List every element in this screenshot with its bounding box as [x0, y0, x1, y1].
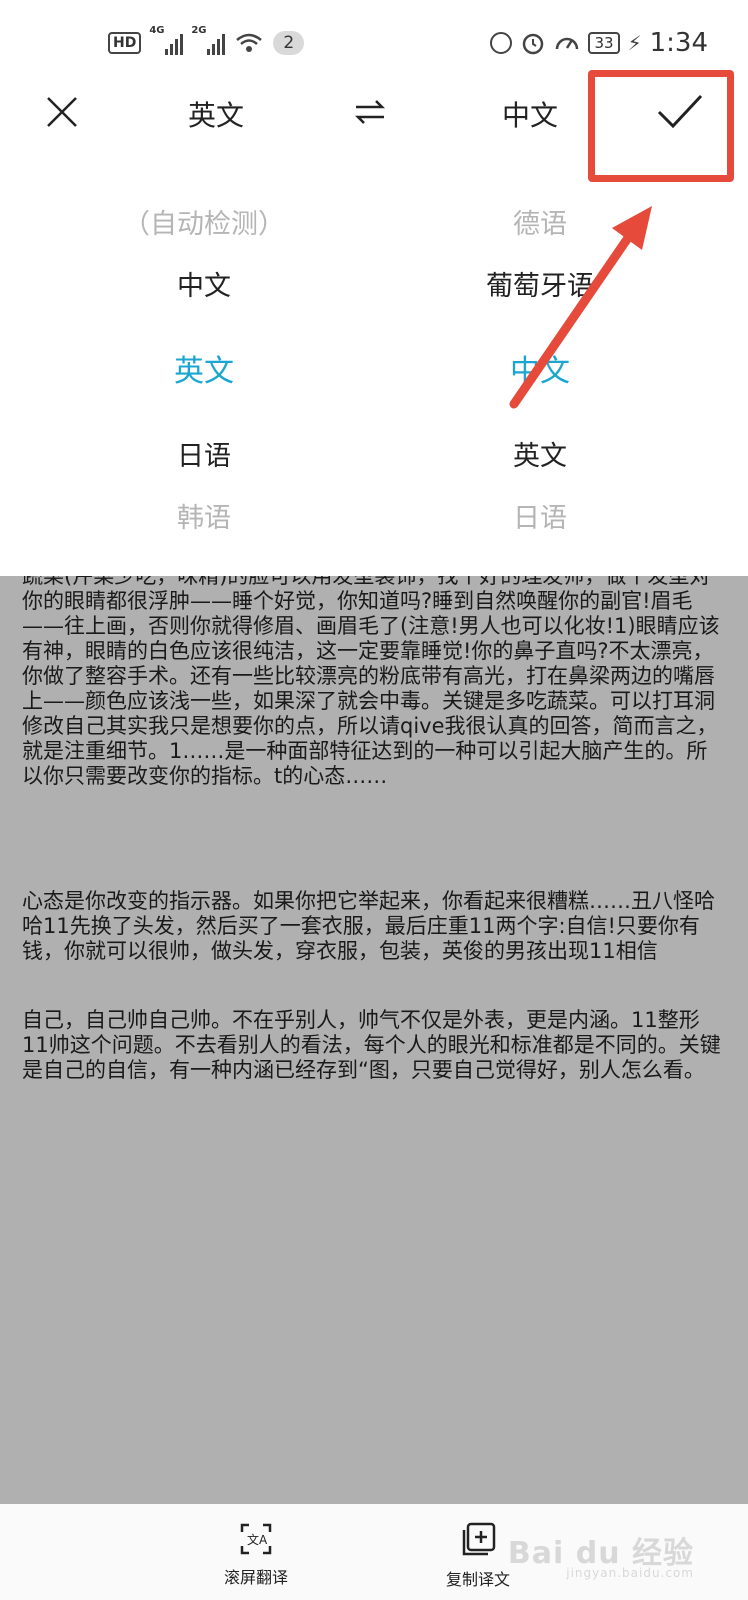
status-left: HD 4G 2G 2 [108, 25, 305, 58]
picker-item[interactable]: 韩语 [24, 496, 384, 535]
target-language-label[interactable]: 中文 [502, 94, 558, 134]
picker-item[interactable]: 德语 [360, 202, 720, 241]
picker-item-selected[interactable]: 英文 [24, 346, 384, 390]
doc-paragraph: 蔬菜(芹菜少吃，味精)的脸可以用发型装饰，找个好的理发师，做个发型对你的眼睛都很… [22, 576, 720, 788]
baidu-jingyan-watermark: Bai du 经验 jingyan.baidu.com [508, 1528, 694, 1580]
svg-text:文A: 文A [247, 1532, 268, 1547]
scroll-translate-icon: 文A [240, 1523, 272, 1555]
scroll-translate-label: 滚屏翻译 [223, 1568, 288, 1587]
swap-languages-icon[interactable] [354, 98, 386, 126]
alarm-icon [523, 33, 544, 55]
picker-item[interactable]: 中文 [24, 264, 384, 303]
doc-paragraph: 心态是你改变的指示器。如果你把它举起来，你看起来很糟糕……丑八怪哈哈11先换了头… [22, 889, 715, 963]
copy-icon [462, 1522, 496, 1556]
bottom-toolbar: 文A 滚屏翻译 复制译文 Bai du 经验 jingyan.baidu.com [0, 1504, 748, 1600]
source-language-label[interactable]: 英文 [188, 94, 244, 134]
picker-item[interactable]: 日语 [360, 496, 720, 535]
signal-4g-icon: 4G [149, 25, 184, 55]
clock: 1:34 [649, 28, 708, 58]
watermark-url: jingyan.baidu.com [566, 1566, 694, 1580]
speedometer-icon [556, 37, 579, 50]
picker-item[interactable]: 英文 [360, 434, 720, 473]
picker-item[interactable]: 日语 [24, 434, 384, 473]
annotation-highlight-box [588, 70, 734, 182]
close-icon[interactable] [44, 94, 80, 130]
scroll-translate-button[interactable]: 文A 滚屏翻译 [186, 1522, 326, 1588]
data-saver-icon [490, 32, 513, 54]
battery-indicator: 33 [588, 32, 620, 54]
picker-item[interactable]: （自动检测） [24, 202, 384, 241]
picker-item[interactable]: 葡萄牙语 [360, 264, 720, 303]
doc-paragraph: 自己，自己帅自己帅。不在乎别人，帅气不仅是外表，更是内涵。11整形11帅这个问题… [22, 1008, 721, 1082]
charging-icon: ⚡ [627, 31, 642, 55]
signal-4g-label: 4G [149, 25, 165, 36]
document-preview: 蔬菜(芹菜少吃，味精)的脸可以用发型装饰，找个好的理发师，做个发型对你的眼睛都很… [0, 576, 748, 1504]
signal-2g-label: 2G [191, 25, 207, 36]
notification-count-badge: 2 [273, 31, 305, 55]
hd-badge: HD [108, 32, 142, 54]
picker-item-selected[interactable]: 中文 [360, 346, 720, 390]
wifi-icon [236, 33, 263, 52]
status-right: 33 ⚡ 1:34 [490, 28, 708, 58]
signal-2g-icon: 2G [191, 25, 226, 55]
